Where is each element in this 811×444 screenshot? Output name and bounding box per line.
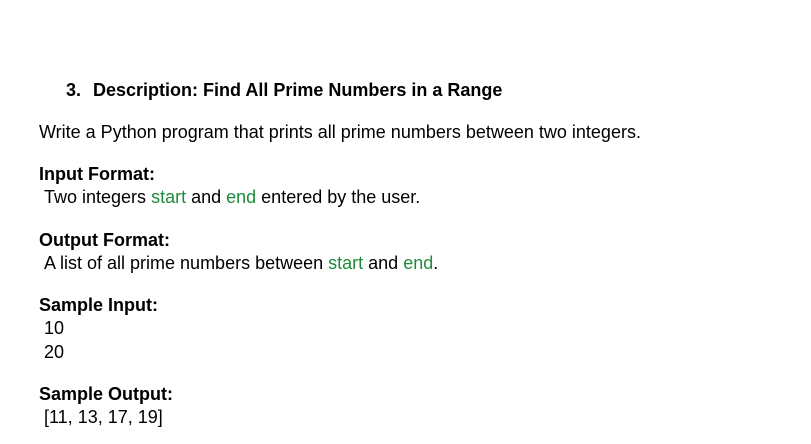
input-format-text: Two integers start and end entered by th… <box>44 186 420 208</box>
item-number: 3. <box>66 80 82 100</box>
code-var-end: end <box>226 187 257 207</box>
input-text-before: Two integers <box>44 187 152 207</box>
output-format-text: A list of all prime numbers between star… <box>44 252 438 274</box>
problem-title: Description: Find All Prime Numbers in a… <box>93 80 503 100</box>
input-text-after: entered by the user. <box>256 187 421 207</box>
sample-input-heading: Sample Input: <box>39 295 159 315</box>
output-text-before: A list of all prime numbers between <box>44 253 329 273</box>
output-text-middle: and <box>363 253 404 273</box>
code-var-end: end <box>403 253 434 273</box>
code-var-start: start <box>328 253 364 273</box>
sample-input-line: 10 <box>44 318 65 338</box>
sample-output-value: [11, 13, 17, 19] <box>44 407 163 427</box>
input-format-heading: Input Format: <box>39 164 155 184</box>
output-text-after: . <box>433 253 439 273</box>
code-var-start: start <box>151 187 187 207</box>
input-text-middle: and <box>186 187 227 207</box>
intro-paragraph: Write a Python program that prints all p… <box>39 122 641 142</box>
sample-output-heading: Sample Output: <box>39 384 173 404</box>
output-format-heading: Output Format: <box>39 230 170 250</box>
sample-input-line: 20 <box>44 342 65 362</box>
